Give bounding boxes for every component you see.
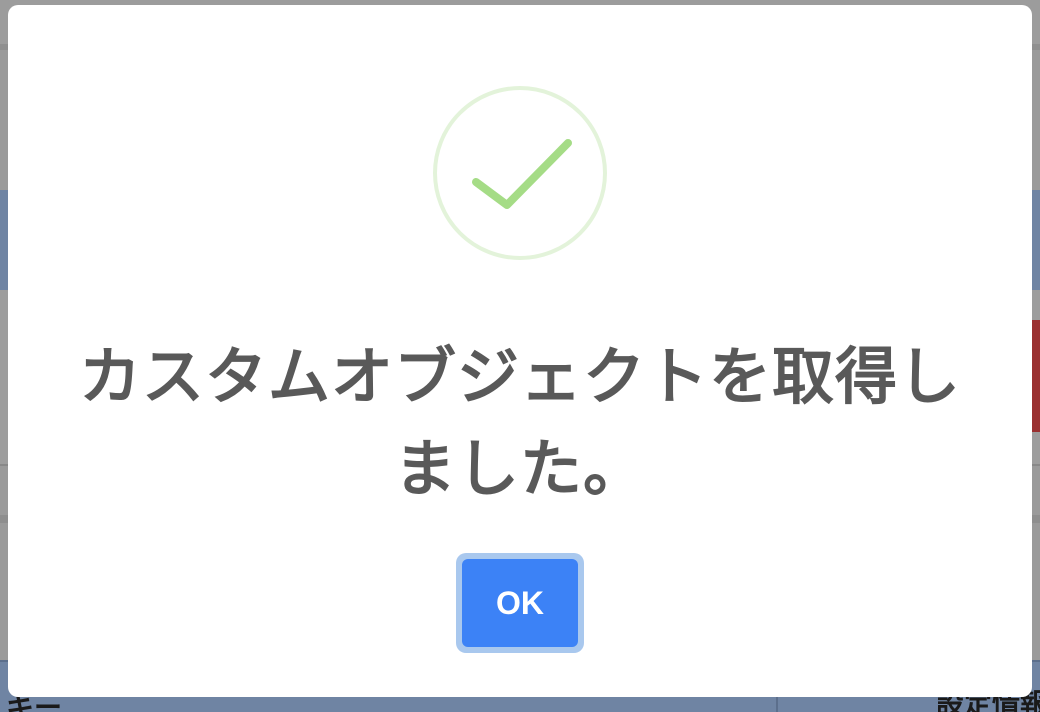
ok-button[interactable]: OK [462,559,578,647]
dialog-message: カスタムオブジェクトを取得しました。 [78,340,961,505]
success-check-icon [433,86,607,260]
success-dialog: カスタムオブジェクトを取得しました。 OK [8,5,1032,697]
